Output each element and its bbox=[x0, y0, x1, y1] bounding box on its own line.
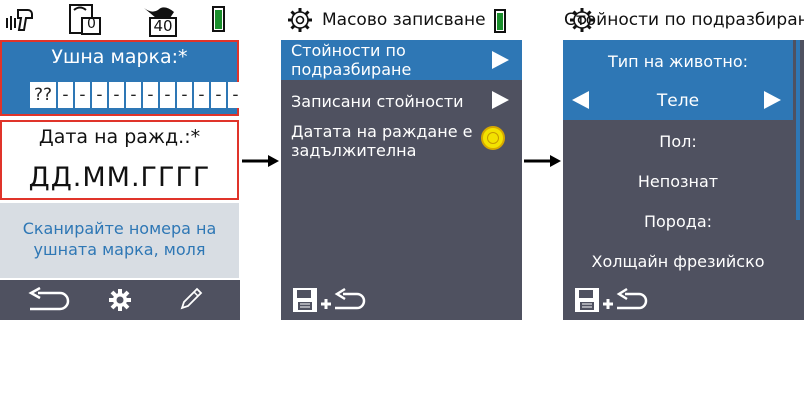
book-counter-value: 0 bbox=[87, 16, 96, 32]
sex-value[interactable]: Непознат bbox=[563, 172, 793, 191]
save-and-back-icon[interactable] bbox=[573, 284, 653, 320]
breed-label: Порода: bbox=[643, 212, 713, 231]
ear-tag-cell: - bbox=[211, 82, 226, 108]
sex-label: Пол: bbox=[659, 132, 697, 151]
ear-tag-label: Ушна марка:* bbox=[51, 46, 188, 68]
battery-icon bbox=[494, 9, 506, 33]
menu-item-birth-date-required[interactable]: Датата на раждане е задължителна bbox=[291, 122, 472, 160]
cow-counter-value: 40 bbox=[153, 17, 173, 35]
ear-tag-cell: - bbox=[143, 82, 158, 108]
breed-value[interactable]: Холщайн фрезийско bbox=[563, 252, 793, 271]
battery-icon bbox=[212, 6, 225, 32]
menu-panel bbox=[281, 40, 522, 320]
screen-bulk-recording: Масово записване Стойности по подразбира… bbox=[281, 0, 522, 320]
ear-tag-cell: - bbox=[126, 82, 141, 108]
menu-item-label: Стойности по подразбиране bbox=[291, 41, 411, 79]
flow-arrow-icon bbox=[242, 153, 280, 172]
toggle-indicator-icon[interactable] bbox=[481, 126, 505, 150]
ear-tag-cell: - bbox=[75, 82, 90, 108]
gear-icon[interactable] bbox=[287, 7, 313, 37]
ear-tag-cell: ?? bbox=[30, 82, 56, 108]
ear-tag-cell: - bbox=[109, 82, 124, 108]
birth-date-input[interactable]: ДД.ММ.ГГГГ bbox=[0, 162, 239, 193]
back-arrow-icon[interactable] bbox=[26, 286, 74, 319]
ear-tag-cell: - bbox=[177, 82, 192, 108]
scan-message-line2: ушната марка, моля bbox=[33, 240, 206, 259]
chevron-right-icon[interactable] bbox=[492, 51, 509, 69]
scrollbar[interactable] bbox=[796, 40, 800, 220]
screen-default-values: Стойности по подразбиране Тип на животно… bbox=[563, 0, 804, 320]
gear-icon[interactable] bbox=[108, 288, 132, 316]
ear-tag-cell: - bbox=[160, 82, 175, 108]
menu-item-recorded-values[interactable]: Записани стойности bbox=[291, 92, 464, 111]
scan-message-line1: Сканирайте номера на bbox=[22, 219, 217, 238]
flow-arrow-icon bbox=[524, 153, 562, 172]
screen-title: Масово записване bbox=[322, 10, 486, 30]
scan-message: Сканирайте номера на ушната марка, моля bbox=[0, 218, 239, 260]
screen-title: Стойности по подразбиране bbox=[564, 10, 804, 30]
save-and-back-icon[interactable] bbox=[291, 284, 371, 320]
menu-item-label-line2: подразбиране bbox=[291, 60, 412, 79]
chevron-right-icon[interactable] bbox=[492, 91, 509, 109]
chevron-right-icon[interactable] bbox=[764, 91, 781, 109]
animal-type-label: Тип на животно: bbox=[607, 52, 749, 71]
ear-tag-cell: - bbox=[92, 82, 107, 108]
ear-tag-cell: - bbox=[228, 82, 243, 108]
ear-tag-input[interactable]: ?? ----------- bbox=[30, 82, 245, 108]
menu-item-label-line1: Стойности по bbox=[291, 41, 406, 60]
menu-item-label-line2: задължителна bbox=[291, 141, 417, 160]
screen-ear-tag-entry: 0 40 Ушна марка:* ?? ----------- Дата на… bbox=[0, 0, 243, 320]
pencil-icon[interactable] bbox=[178, 286, 204, 316]
ear-tag-cell: - bbox=[194, 82, 209, 108]
menu-item-label-line1: Датата на раждане е bbox=[291, 122, 473, 141]
ear-tag-cell: - bbox=[58, 82, 73, 108]
rfid-reader-icon bbox=[4, 6, 36, 38]
birth-date-label: Дата на ражд.:* bbox=[38, 126, 201, 148]
animal-type-value: Теле bbox=[656, 91, 700, 111]
